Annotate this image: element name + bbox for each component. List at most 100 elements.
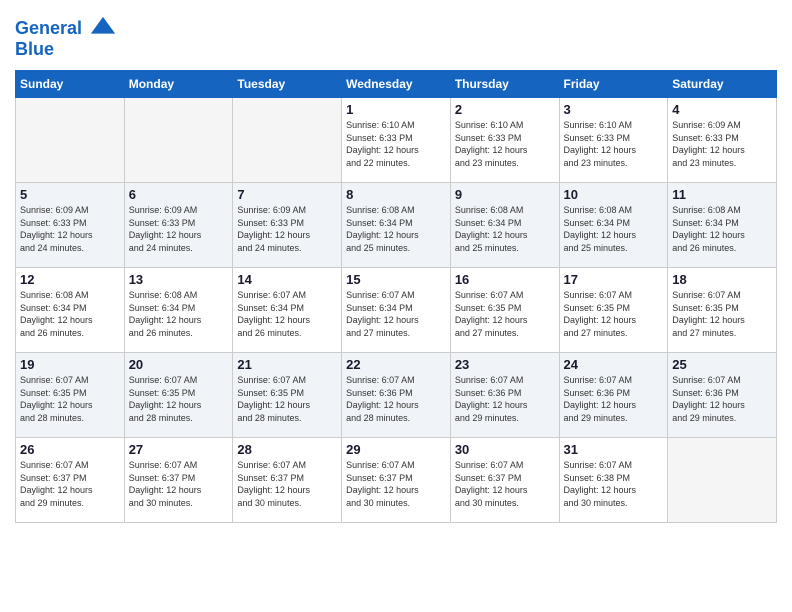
day-number: 6 <box>129 187 229 202</box>
calendar-cell <box>668 438 777 523</box>
day-number: 7 <box>237 187 337 202</box>
day-number: 2 <box>455 102 555 117</box>
day-info: Sunrise: 6:07 AM Sunset: 6:35 PM Dayligh… <box>129 374 229 424</box>
day-number: 13 <box>129 272 229 287</box>
day-info: Sunrise: 6:09 AM Sunset: 6:33 PM Dayligh… <box>129 204 229 254</box>
day-info: Sunrise: 6:07 AM Sunset: 6:35 PM Dayligh… <box>455 289 555 339</box>
day-info: Sunrise: 6:08 AM Sunset: 6:34 PM Dayligh… <box>455 204 555 254</box>
day-info: Sunrise: 6:09 AM Sunset: 6:33 PM Dayligh… <box>237 204 337 254</box>
logo: General Blue <box>15 15 117 60</box>
weekday-header-tuesday: Tuesday <box>233 71 342 98</box>
day-number: 31 <box>564 442 664 457</box>
day-number: 3 <box>564 102 664 117</box>
day-number: 22 <box>346 357 446 372</box>
weekday-header-monday: Monday <box>124 71 233 98</box>
day-number: 25 <box>672 357 772 372</box>
calendar-cell: 9 Sunrise: 6:08 AM Sunset: 6:34 PM Daylig… <box>450 183 559 268</box>
day-number: 14 <box>237 272 337 287</box>
calendar-cell: 21 Sunrise: 6:07 AM Sunset: 6:35 PM Dayli… <box>233 353 342 438</box>
weekday-header-sunday: Sunday <box>16 71 125 98</box>
day-info: Sunrise: 6:07 AM Sunset: 6:35 PM Dayligh… <box>237 374 337 424</box>
calendar-cell: 4 Sunrise: 6:09 AM Sunset: 6:33 PM Daylig… <box>668 98 777 183</box>
day-info: Sunrise: 6:07 AM Sunset: 6:37 PM Dayligh… <box>129 459 229 509</box>
day-info: Sunrise: 6:09 AM Sunset: 6:33 PM Dayligh… <box>20 204 120 254</box>
calendar-week-row: 5 Sunrise: 6:09 AM Sunset: 6:33 PM Daylig… <box>16 183 777 268</box>
calendar-cell: 18 Sunrise: 6:07 AM Sunset: 6:35 PM Dayli… <box>668 268 777 353</box>
day-number: 20 <box>129 357 229 372</box>
day-info: Sunrise: 6:07 AM Sunset: 6:37 PM Dayligh… <box>20 459 120 509</box>
day-info: Sunrise: 6:07 AM Sunset: 6:34 PM Dayligh… <box>346 289 446 339</box>
day-info: Sunrise: 6:07 AM Sunset: 6:36 PM Dayligh… <box>672 374 772 424</box>
calendar-cell: 29 Sunrise: 6:07 AM Sunset: 6:37 PM Dayli… <box>342 438 451 523</box>
calendar-cell: 22 Sunrise: 6:07 AM Sunset: 6:36 PM Dayli… <box>342 353 451 438</box>
calendar-cell: 12Sunrise: 6:08 AM Sunset: 6:34 PM Dayli… <box>16 268 125 353</box>
day-info: Sunrise: 6:07 AM Sunset: 6:34 PM Dayligh… <box>237 289 337 339</box>
calendar-week-row: 19 Sunrise: 6:07 AM Sunset: 6:35 PM Dayli… <box>16 353 777 438</box>
day-info: Sunrise: 6:08 AM Sunset: 6:34 PM Dayligh… <box>129 289 229 339</box>
day-info: Sunrise: 6:07 AM Sunset: 6:36 PM Dayligh… <box>564 374 664 424</box>
day-info: Sunrise: 6:07 AM Sunset: 6:35 PM Dayligh… <box>564 289 664 339</box>
day-number: 4 <box>672 102 772 117</box>
day-number: 1 <box>346 102 446 117</box>
calendar-cell: 25 Sunrise: 6:07 AM Sunset: 6:36 PM Dayli… <box>668 353 777 438</box>
day-info: Sunrise: 6:10 AM Sunset: 6:33 PM Dayligh… <box>346 119 446 169</box>
day-number: 9 <box>455 187 555 202</box>
calendar-cell: 27 Sunrise: 6:07 AM Sunset: 6:37 PM Dayli… <box>124 438 233 523</box>
day-info: Sunrise: 6:07 AM Sunset: 6:38 PM Dayligh… <box>564 459 664 509</box>
day-number: 18 <box>672 272 772 287</box>
calendar-cell: 10Sunrise: 6:08 AM Sunset: 6:34 PM Dayli… <box>559 183 668 268</box>
day-info: Sunrise: 6:07 AM Sunset: 6:36 PM Dayligh… <box>455 374 555 424</box>
day-info: Sunrise: 6:07 AM Sunset: 6:35 PM Dayligh… <box>672 289 772 339</box>
calendar-cell: 20 Sunrise: 6:07 AM Sunset: 6:35 PM Dayli… <box>124 353 233 438</box>
calendar-cell: 24 Sunrise: 6:07 AM Sunset: 6:36 PM Dayli… <box>559 353 668 438</box>
calendar-cell <box>124 98 233 183</box>
calendar-cell: 11 Sunrise: 6:08 AM Sunset: 6:34 PM Dayli… <box>668 183 777 268</box>
day-info: Sunrise: 6:09 AM Sunset: 6:33 PM Dayligh… <box>672 119 772 169</box>
day-info: Sunrise: 6:08 AM Sunset: 6:34 PM Dayligh… <box>346 204 446 254</box>
calendar-week-row: 26 Sunrise: 6:07 AM Sunset: 6:37 PM Dayli… <box>16 438 777 523</box>
calendar-cell: 2Sunrise: 6:10 AM Sunset: 6:33 PM Daylig… <box>450 98 559 183</box>
day-number: 5 <box>20 187 120 202</box>
calendar-cell: 30Sunrise: 6:07 AM Sunset: 6:37 PM Dayli… <box>450 438 559 523</box>
day-number: 23 <box>455 357 555 372</box>
day-number: 24 <box>564 357 664 372</box>
day-number: 11 <box>672 187 772 202</box>
calendar-cell: 7 Sunrise: 6:09 AM Sunset: 6:33 PM Daylig… <box>233 183 342 268</box>
day-info: Sunrise: 6:07 AM Sunset: 6:37 PM Dayligh… <box>346 459 446 509</box>
page-header: General Blue <box>15 15 777 60</box>
calendar-cell: 23 Sunrise: 6:07 AM Sunset: 6:36 PM Dayli… <box>450 353 559 438</box>
day-info: Sunrise: 6:08 AM Sunset: 6:34 PM Dayligh… <box>672 204 772 254</box>
calendar-cell: 28Sunrise: 6:07 AM Sunset: 6:37 PM Dayli… <box>233 438 342 523</box>
calendar-cell <box>233 98 342 183</box>
day-info: Sunrise: 6:07 AM Sunset: 6:37 PM Dayligh… <box>237 459 337 509</box>
calendar-week-row: 12Sunrise: 6:08 AM Sunset: 6:34 PM Dayli… <box>16 268 777 353</box>
calendar-cell: 14 Sunrise: 6:07 AM Sunset: 6:34 PM Dayli… <box>233 268 342 353</box>
day-number: 21 <box>237 357 337 372</box>
weekday-header-friday: Friday <box>559 71 668 98</box>
day-number: 27 <box>129 442 229 457</box>
calendar-cell <box>16 98 125 183</box>
calendar-cell: 3 Sunrise: 6:10 AM Sunset: 6:33 PM Daylig… <box>559 98 668 183</box>
day-number: 15 <box>346 272 446 287</box>
day-number: 26 <box>20 442 120 457</box>
day-number: 30 <box>455 442 555 457</box>
day-number: 29 <box>346 442 446 457</box>
day-number: 17 <box>564 272 664 287</box>
day-info: Sunrise: 6:10 AM Sunset: 6:33 PM Dayligh… <box>564 119 664 169</box>
weekday-header-thursday: Thursday <box>450 71 559 98</box>
day-number: 10 <box>564 187 664 202</box>
calendar-cell: 15 Sunrise: 6:07 AM Sunset: 6:34 PM Dayli… <box>342 268 451 353</box>
calendar-cell: 17 Sunrise: 6:07 AM Sunset: 6:35 PM Dayli… <box>559 268 668 353</box>
calendar-cell: 13 Sunrise: 6:08 AM Sunset: 6:34 PM Dayli… <box>124 268 233 353</box>
day-number: 8 <box>346 187 446 202</box>
calendar-week-row: 1 Sunrise: 6:10 AM Sunset: 6:33 PM Daylig… <box>16 98 777 183</box>
calendar-cell: 19Sunrise: 6:07 AM Sunset: 6:35 PM Dayli… <box>16 353 125 438</box>
day-info: Sunrise: 6:07 AM Sunset: 6:36 PM Dayligh… <box>346 374 446 424</box>
weekday-header-wednesday: Wednesday <box>342 71 451 98</box>
calendar-cell: 6 Sunrise: 6:09 AM Sunset: 6:33 PM Daylig… <box>124 183 233 268</box>
day-number: 19 <box>20 357 120 372</box>
calendar-cell: 5 Sunrise: 6:09 AM Sunset: 6:33 PM Daylig… <box>16 183 125 268</box>
calendar-cell: 26 Sunrise: 6:07 AM Sunset: 6:37 PM Dayli… <box>16 438 125 523</box>
calendar-cell: 8 Sunrise: 6:08 AM Sunset: 6:34 PM Daylig… <box>342 183 451 268</box>
day-info: Sunrise: 6:08 AM Sunset: 6:34 PM Dayligh… <box>20 289 120 339</box>
